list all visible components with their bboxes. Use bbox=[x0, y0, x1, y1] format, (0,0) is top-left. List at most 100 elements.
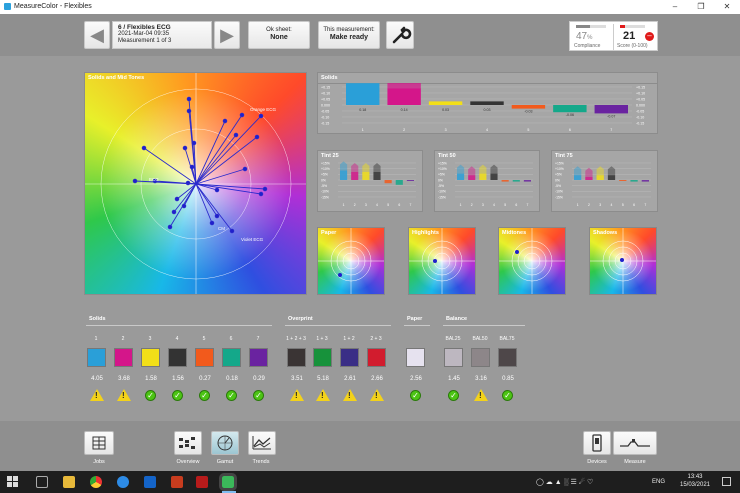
patch-label: BAL25 bbox=[445, 336, 461, 342]
clock[interactable]: 13:43 15/03/2021 bbox=[677, 473, 713, 489]
file-explorer-icon[interactable] bbox=[63, 476, 75, 488]
shadows-thumb[interactable]: Shadows bbox=[589, 227, 657, 295]
minimize-button[interactable]: – bbox=[662, 0, 688, 14]
notifications-icon[interactable] bbox=[722, 477, 731, 486]
solids-tick-label: 0.000 bbox=[321, 104, 330, 108]
tint-tick-label: -15% bbox=[438, 195, 446, 199]
office-icon[interactable] bbox=[171, 476, 183, 488]
midtones-thumb[interactable]: Midtones bbox=[498, 227, 566, 295]
solids-bar bbox=[470, 101, 504, 105]
tint-tick-label: -15% bbox=[321, 195, 329, 199]
color-patch[interactable] bbox=[313, 348, 332, 367]
color-patch[interactable] bbox=[222, 348, 241, 367]
color-patch[interactable] bbox=[406, 348, 425, 367]
color-patch[interactable] bbox=[114, 348, 133, 367]
ok-sheet-button[interactable]: Ok sheet: None bbox=[248, 21, 310, 49]
overview-button[interactable] bbox=[174, 431, 202, 455]
task-view-icon[interactable] bbox=[36, 476, 48, 488]
restore-button[interactable]: ❐ bbox=[688, 0, 714, 14]
measure-label: Measure bbox=[624, 459, 646, 465]
color-patch[interactable] bbox=[168, 348, 187, 367]
color-patch[interactable] bbox=[498, 348, 517, 367]
forward-arrow-icon: ▶ bbox=[220, 25, 234, 45]
chrome-icon[interactable] bbox=[90, 476, 102, 488]
gamut-point bbox=[229, 228, 235, 234]
solids-bar bbox=[511, 105, 546, 109]
tint-x-label: 3 bbox=[365, 203, 367, 207]
tint-bar-target bbox=[607, 166, 616, 176]
gamut-label: Gamut bbox=[216, 459, 234, 465]
paper-thumb[interactable]: Paper bbox=[317, 227, 385, 295]
gamut-point bbox=[209, 220, 215, 226]
color-patch[interactable] bbox=[287, 348, 306, 367]
solids-tick-label: +0.10 bbox=[636, 92, 645, 96]
patch-label: 5 bbox=[202, 336, 206, 342]
window-title: MeasureColor - Flexibles bbox=[14, 3, 92, 10]
toolbar: ◀ 6 / Flexibles ECG 2021-Mar-04 09:35 Me… bbox=[0, 14, 740, 56]
color-patch[interactable] bbox=[195, 348, 214, 367]
close-window-button[interactable]: ✕ bbox=[714, 0, 740, 14]
section-overprint: Overprint bbox=[288, 316, 313, 322]
gamut-vector bbox=[195, 183, 213, 224]
score-bar bbox=[620, 25, 645, 28]
color-patch[interactable] bbox=[141, 348, 160, 367]
solids-tick-label: -0.05 bbox=[321, 110, 329, 114]
jobs-button[interactable] bbox=[84, 431, 114, 455]
this-measurement-button[interactable]: This measurement: Make ready bbox=[318, 21, 380, 49]
solids-bar bbox=[387, 88, 421, 105]
color-patch[interactable] bbox=[367, 348, 386, 367]
tint-bar-target bbox=[340, 161, 348, 171]
trends-button[interactable] bbox=[248, 431, 276, 455]
color-patch[interactable] bbox=[471, 348, 490, 367]
solids-tick-label: 0.000 bbox=[636, 104, 645, 108]
tint-bar bbox=[523, 180, 531, 182]
gamut-point bbox=[254, 134, 260, 140]
color-patch[interactable] bbox=[87, 348, 106, 367]
job-measurement: Measurement 1 of 3 bbox=[118, 38, 172, 44]
language-indicator[interactable]: ENG bbox=[652, 479, 665, 485]
dropbox-icon[interactable] bbox=[144, 476, 156, 488]
clock-time: 13:43 bbox=[687, 474, 703, 480]
gamut-plot[interactable]: Orange ECG Violet ECG ECG CM bbox=[85, 73, 307, 295]
solids-x-label: 3 bbox=[445, 128, 447, 132]
teamviewer-icon[interactable] bbox=[117, 476, 129, 488]
tint75-chart: +15% +10% +5%0% -5% -10%-15% 1 2 3 4 5 6 7 bbox=[555, 161, 651, 207]
tint-bar bbox=[607, 175, 616, 180]
patch-delta-value: 2.61 bbox=[344, 376, 356, 382]
devices-button[interactable] bbox=[583, 431, 611, 455]
measure-button[interactable] bbox=[613, 431, 657, 455]
tint-tick-label: -10% bbox=[555, 190, 563, 194]
gamut-button[interactable] bbox=[211, 431, 239, 455]
measurecolor-taskbar-icon[interactable] bbox=[219, 473, 237, 491]
this-measurement-label: This measurement: bbox=[323, 27, 375, 33]
start-icon[interactable] bbox=[7, 476, 19, 488]
compliance-value-wrap: 47% bbox=[576, 31, 592, 42]
color-patch[interactable] bbox=[444, 348, 463, 367]
fail-icon: – bbox=[645, 32, 654, 41]
filezilla-icon[interactable] bbox=[196, 476, 208, 488]
next-button[interactable]: ▶ bbox=[214, 21, 240, 49]
color-patch[interactable] bbox=[340, 348, 359, 367]
compliance-label: Compliance bbox=[574, 43, 601, 49]
check-icon: ✓ bbox=[253, 390, 264, 401]
color-patch[interactable] bbox=[249, 348, 268, 367]
tint-bar bbox=[468, 175, 476, 180]
gamut-icon bbox=[217, 435, 233, 451]
highlights-thumb[interactable]: Highlights bbox=[408, 227, 476, 295]
solids-x-label: 5 bbox=[527, 128, 529, 132]
previous-button[interactable]: ◀ bbox=[84, 21, 110, 49]
warning-icon: ! bbox=[343, 389, 357, 401]
taskbar: ◯ ☁ ▲ ░ ☰ ☄ ♡ ENG 13:43 15/03/2021 bbox=[0, 471, 740, 493]
gamut-label-green: ECG bbox=[149, 177, 159, 182]
settings-button[interactable] bbox=[386, 21, 414, 49]
solids-value-label: -0.03 bbox=[524, 110, 532, 114]
tint-x-label: 6 bbox=[515, 203, 517, 207]
tray-icons[interactable]: ◯ ☁ ▲ ░ ☰ ☄ ♡ bbox=[536, 478, 593, 486]
gamut-point bbox=[189, 164, 195, 170]
gamut-point bbox=[258, 191, 264, 197]
solids-tick-label: +0.10 bbox=[321, 92, 330, 96]
patch-delta-value: 3.51 bbox=[291, 376, 303, 382]
gamut-point bbox=[182, 145, 188, 151]
gamut-vector bbox=[195, 134, 237, 185]
patch-label: 6 bbox=[229, 336, 233, 342]
